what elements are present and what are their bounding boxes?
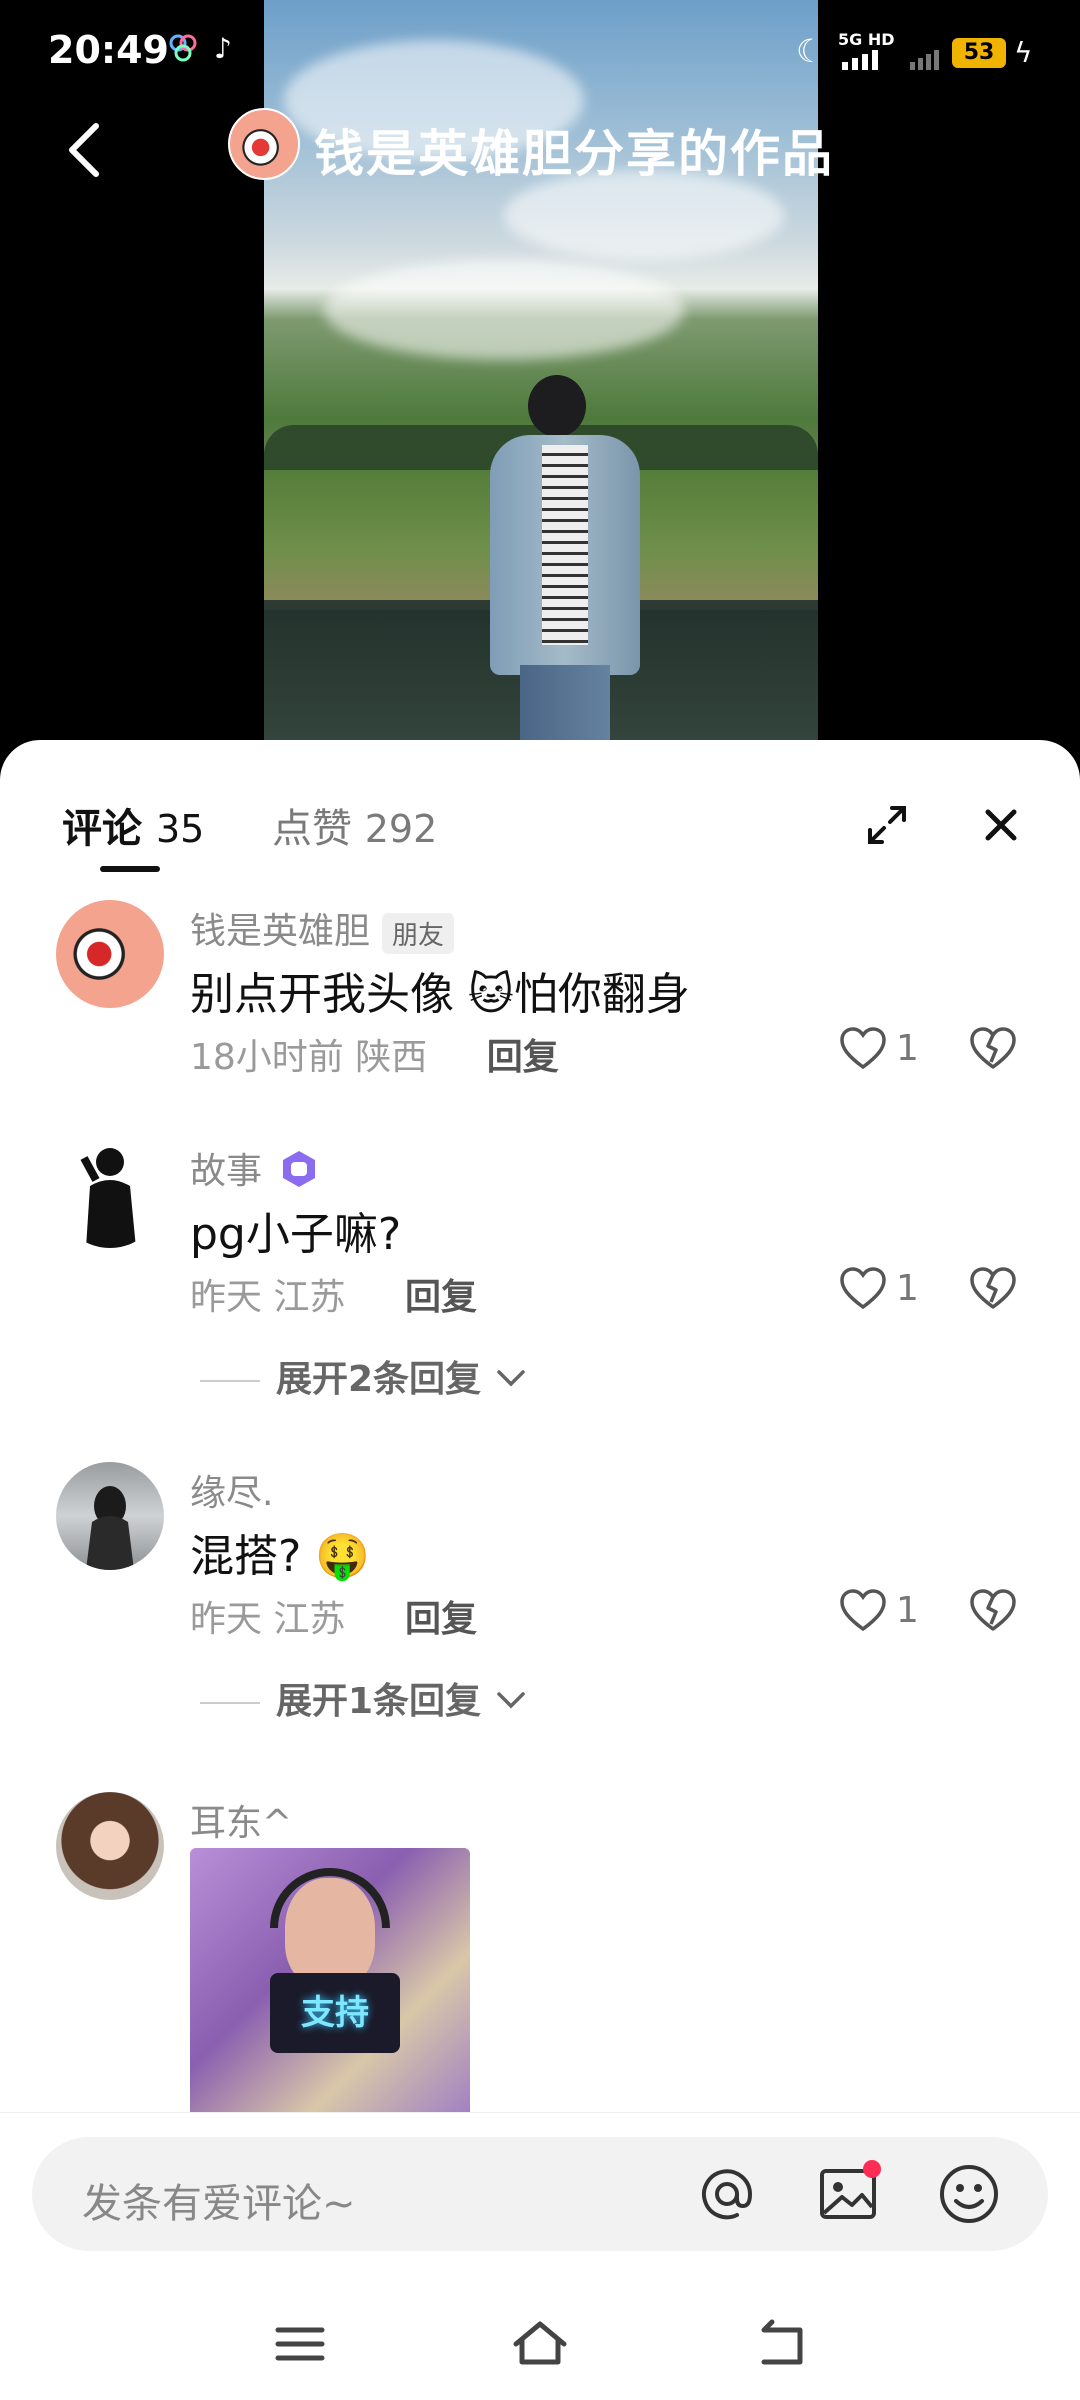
emoji-icon xyxy=(940,2165,998,2223)
tab-likes-count: 292 xyxy=(364,807,438,851)
author-name: 钱是英雄胆 xyxy=(190,911,371,952)
dislike-button[interactable] xyxy=(968,1264,1024,1320)
back-icon xyxy=(69,123,99,177)
comment-meta: 18小时前 陕西 回复 xyxy=(190,1028,559,1080)
reply-button[interactable]: 回复 xyxy=(487,1037,559,1078)
tab-bar: 评论 35 点赞 292 xyxy=(0,740,1080,872)
home-icon xyxy=(513,2321,567,2365)
like-button[interactable]: 1 xyxy=(838,1586,928,1642)
dislike-button[interactable] xyxy=(968,1024,1024,1080)
comment-author[interactable]: 缘尽. xyxy=(190,1464,273,1516)
sticker-text: 支持 xyxy=(270,1973,400,2053)
avatar[interactable] xyxy=(56,1462,164,1570)
comment-input[interactable]: 发条有爱评论~ xyxy=(32,2137,1048,2251)
menu-button[interactable] xyxy=(270,2314,330,2374)
avatar[interactable] xyxy=(56,900,164,1008)
like-button[interactable]: 1 xyxy=(838,1264,928,1320)
comment-text: pg小子嘛? xyxy=(190,1209,402,1260)
menu-icon xyxy=(275,2327,325,2361)
level-badge-icon xyxy=(279,1149,319,1198)
tab-comments-label: 评论 xyxy=(62,806,142,852)
back-button[interactable] xyxy=(58,114,118,184)
system-nav-bar xyxy=(0,2290,1080,2400)
like-button[interactable]: 1 xyxy=(838,1024,928,1080)
expand-replies-label: 展开1条回复 xyxy=(276,1681,482,1722)
close-button[interactable] xyxy=(976,800,1026,850)
comment-text: 别点开我头像 🐱怕你翻身 xyxy=(190,969,690,1020)
dislike-heart-icon xyxy=(970,1267,1016,1309)
avatar[interactable] xyxy=(56,1140,164,1248)
signal-icon-2 xyxy=(908,48,948,74)
tab-underline xyxy=(100,866,160,872)
expand-button[interactable] xyxy=(862,800,912,850)
comment-sticker-image[interactable]: 支持 xyxy=(190,1848,470,2118)
emoji-button[interactable] xyxy=(934,2159,1004,2229)
comment-location: 江苏 xyxy=(273,1599,346,1640)
heart-icon xyxy=(840,1027,886,1070)
tab-comments[interactable]: 评论 35 xyxy=(62,796,204,854)
signal-icon xyxy=(840,48,890,74)
moon-icon: ☾ xyxy=(796,32,825,70)
comment-author[interactable]: 耳东^ xyxy=(190,1794,292,1846)
top-bar: 钱是英雄胆分享的作品 xyxy=(0,100,1080,200)
friend-badge: 朋友 xyxy=(382,912,455,954)
comment-input-bar: 发条有爱评论~ xyxy=(0,2112,1080,2252)
reply-button[interactable]: 回复 xyxy=(405,1277,477,1318)
like-count: 1 xyxy=(896,1590,919,1631)
heart-icon xyxy=(840,1589,886,1632)
reply-button[interactable]: 回复 xyxy=(405,1599,477,1640)
comment-location: 江苏 xyxy=(273,1277,346,1318)
video-person xyxy=(490,375,640,760)
dislike-button[interactable] xyxy=(968,1586,1024,1642)
back-nav-button[interactable] xyxy=(750,2314,810,2374)
like-count: 1 xyxy=(896,1268,919,1309)
close-icon xyxy=(985,809,1017,841)
comment-meta: 昨天 江苏 回复 xyxy=(190,1268,477,1320)
image-icon xyxy=(820,2160,881,2219)
comment-time: 昨天 xyxy=(190,1599,263,1640)
expand-replies-button[interactable]: 展开2条回复 xyxy=(200,1350,528,1402)
comment-author[interactable]: 故事 xyxy=(190,1142,319,1198)
tab-likes-label: 点赞 xyxy=(272,806,352,852)
chevron-down-icon xyxy=(494,1361,528,1402)
comment-meta: 昨天 江苏 回复 xyxy=(190,1590,477,1642)
like-count: 1 xyxy=(896,1028,919,1069)
comment-time: 18小时前 xyxy=(190,1037,344,1078)
app-icon xyxy=(166,32,200,74)
music-icon: ♪ xyxy=(214,32,232,65)
comment-author[interactable]: 钱是英雄胆 朋友 xyxy=(190,902,455,954)
status-time: 20:49 xyxy=(48,28,169,72)
tab-likes[interactable]: 点赞 292 xyxy=(272,796,437,854)
at-button[interactable] xyxy=(692,2159,762,2229)
network-label: 5G HD xyxy=(838,30,895,49)
dislike-heart-icon xyxy=(970,1589,1016,1631)
status-bar: 20:49 ♪ ☾ 5G HD 53 ϟ xyxy=(0,0,1080,100)
author-name: 故事 xyxy=(190,1151,263,1192)
avatar[interactable] xyxy=(56,1792,164,1900)
comment-time: 昨天 xyxy=(190,1277,263,1318)
back-nav-icon xyxy=(761,2319,803,2365)
author-avatar[interactable] xyxy=(228,108,300,180)
comment-text: 混搭? 🤑 xyxy=(190,1531,371,1582)
expand-replies-label: 展开2条回复 xyxy=(276,1359,482,1400)
comment-location: 陕西 xyxy=(355,1037,428,1078)
page-title: 钱是英雄胆分享的作品 xyxy=(314,125,834,183)
battery-indicator: 53 xyxy=(952,38,1006,68)
expand-icon xyxy=(868,806,906,844)
expand-replies-button[interactable]: 展开1条回复 xyxy=(200,1672,528,1724)
charging-icon: ϟ xyxy=(1014,36,1033,69)
home-button[interactable] xyxy=(510,2314,570,2374)
at-icon xyxy=(702,2169,753,2220)
screen: 20:49 ♪ ☾ 5G HD 53 ϟ 钱是英雄胆分享的作品 评论 35 点赞… xyxy=(0,0,1080,2400)
heart-icon xyxy=(840,1267,886,1310)
tab-comments-count: 35 xyxy=(155,807,205,851)
dislike-heart-icon xyxy=(970,1027,1016,1069)
image-button[interactable] xyxy=(814,2159,884,2229)
chevron-down-icon xyxy=(494,1683,528,1724)
comment-input-placeholder: 发条有爱评论~ xyxy=(82,2181,356,2227)
